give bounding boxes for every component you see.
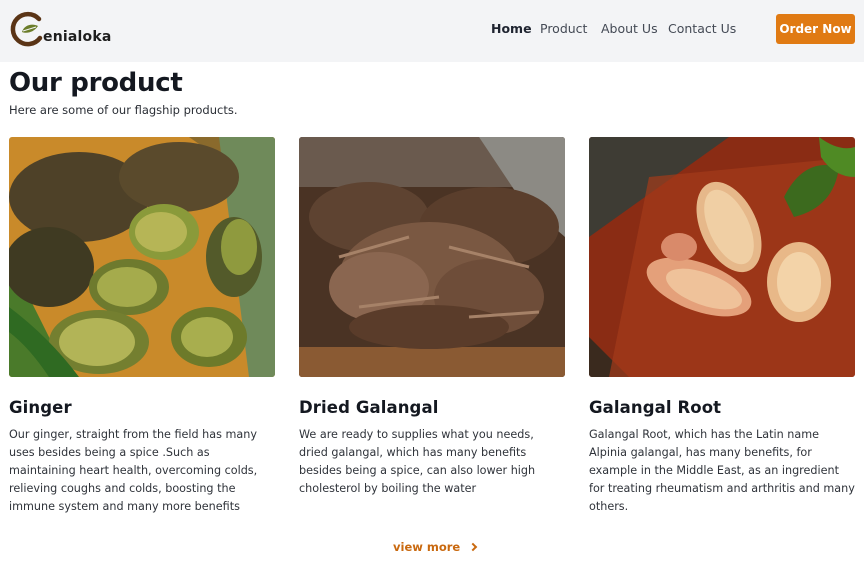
nav-link-product[interactable]: Product — [540, 21, 587, 36]
section-subtitle: Here are some of our flagship products. — [9, 103, 238, 117]
product-name: Ginger — [9, 398, 72, 417]
product-name: Galangal Root — [589, 398, 722, 417]
product-description: Our ginger, straight from the field has … — [9, 428, 258, 513]
leaf-g-logo-icon — [9, 10, 45, 48]
nav-link-about-us[interactable]: About Us — [601, 21, 658, 36]
nav-link-home[interactable]: Home — [491, 21, 532, 36]
product-card-dried-galangal[interactable]: Dried Galangal We are ready to supplies … — [299, 137, 565, 498]
brand-name: enialoka — [43, 29, 112, 45]
ginger-photo — [9, 137, 275, 377]
order-now-button[interactable]: Order Now — [776, 14, 855, 44]
view-more-label: view more — [393, 540, 461, 554]
chevron-right-icon — [468, 542, 478, 552]
navbar: enialoka Home Product About Us Contact U… — [0, 0, 864, 62]
product-name: Dried Galangal — [299, 398, 439, 417]
product-card-galangal-root[interactable]: Galangal Root Galangal Root, which has t… — [589, 137, 855, 516]
galangal-root-photo — [589, 137, 855, 377]
brand-logo[interactable]: enialoka — [9, 10, 111, 48]
product-description: We are ready to supplies what you needs,… — [299, 428, 536, 495]
product-description: Galangal Root, which has the Latin name … — [589, 428, 855, 513]
product-card-ginger[interactable]: Ginger Our ginger, straight from the fie… — [9, 137, 275, 516]
view-more-link[interactable]: view more — [393, 540, 478, 554]
nav-link-contact-us[interactable]: Contact Us — [668, 21, 736, 36]
section-title: Our product — [9, 68, 183, 98]
dried-galangal-photo — [299, 137, 565, 377]
